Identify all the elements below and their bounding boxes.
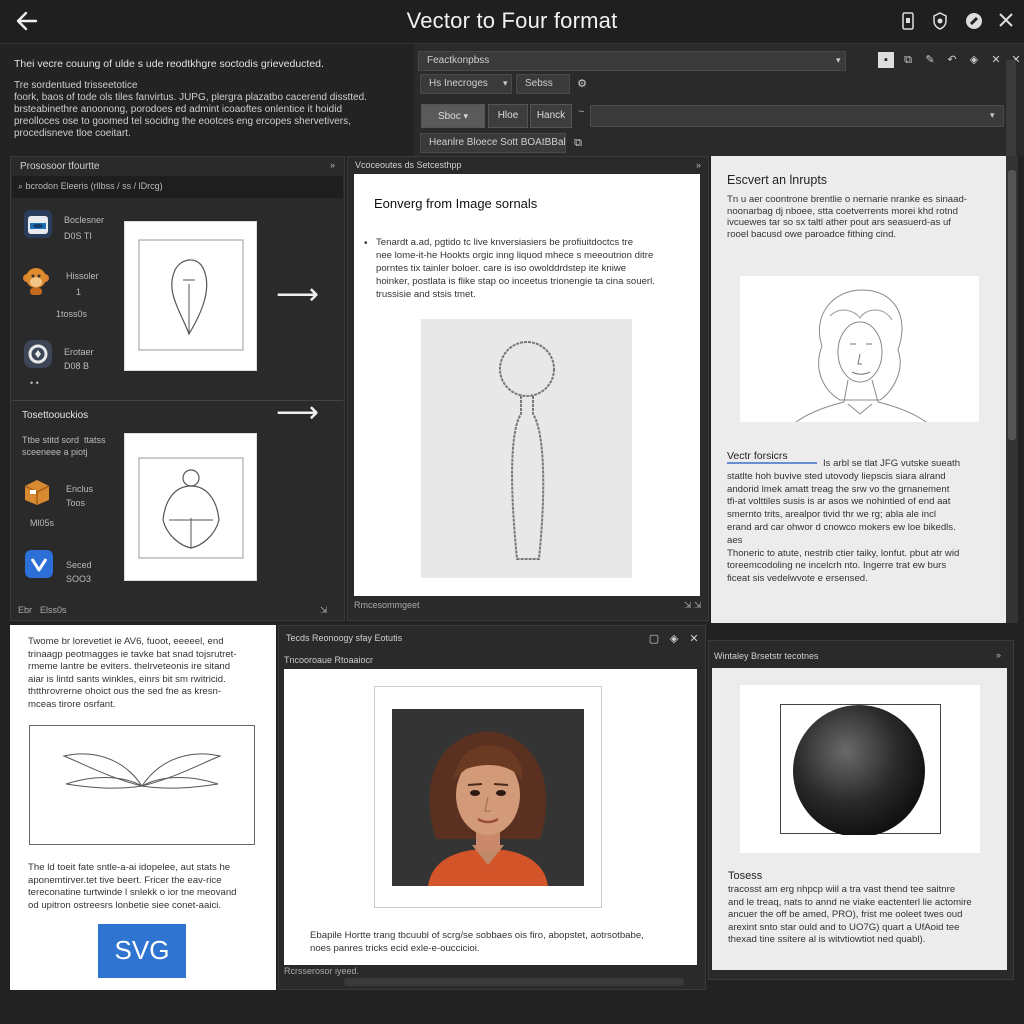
undo-icon[interactable]: ↶ [944, 52, 960, 68]
bottom-left-body1: Twome br lorevetiet ie AV6, fuoot, eeeee… [28, 636, 237, 710]
shield-small-icon[interactable]: ◈ [666, 631, 682, 647]
search-input[interactable]: Feactkonpbss [418, 51, 846, 71]
resize-icon[interactable]: ⇲ ⇲ [684, 600, 702, 611]
arrow-right-icon: ⟶ [276, 396, 320, 429]
silhouette-drawing [499, 341, 555, 560]
chevron-right-icon[interactable]: » [696, 160, 701, 170]
item-meta: • • [30, 378, 39, 388]
mode-chip[interactable]: Sebss [516, 74, 570, 94]
bottom-mid-status: Rcrsserosor iyeed. [284, 966, 360, 976]
hand-button[interactable]: Hanck [530, 104, 572, 128]
chevron-down-icon[interactable]: ▾ [990, 110, 995, 121]
woman-sketch-drawing [795, 289, 927, 423]
window-title: Vector to Four format [406, 8, 618, 33]
wings-figure [29, 725, 255, 845]
middle-panel-header: Vcoceoutes ds Setcesthpp [355, 160, 462, 170]
app-icon-tool[interactable] [24, 340, 52, 368]
preset-input[interactable]: Heanlre Bloece Sott BOAtBBaloe [420, 133, 566, 153]
svg-export-button[interactable]: SVG [98, 924, 186, 978]
pen-icon[interactable]: ✎ [922, 52, 938, 68]
item-sub: D08 B [64, 361, 90, 371]
filter-text: ⌕ bcrodon Eleeris (rllbss / ss / lDrcg) [18, 181, 163, 191]
item-sub: SOO3 [66, 574, 92, 584]
right-title: Escvert an lnrupts [727, 173, 828, 187]
doc-body: Tenardt a.ad, pgtido tc live knversiasie… [376, 237, 655, 300]
path-input[interactable] [590, 105, 1004, 127]
doc-figure [421, 319, 632, 578]
format-input[interactable]: Hs Inecroges [420, 74, 512, 94]
file-button[interactable]: Hloe [488, 104, 528, 128]
scrollbar[interactable] [1006, 60, 1016, 156]
window-icon[interactable]: ▢ [646, 631, 662, 647]
resize-icon[interactable]: ⇲ [320, 605, 328, 616]
section-text: Ttbe stitd sord ttatss sceeneee a piotj [22, 435, 106, 457]
source-button[interactable]: Sboc ▾ [421, 104, 485, 128]
app-icon-monkey[interactable] [22, 264, 50, 295]
shield-small-icon[interactable]: ◈ [966, 52, 982, 68]
app-icon-document[interactable] [24, 210, 52, 238]
teardrop-drawing [138, 239, 244, 351]
bullet-icon: • [364, 238, 368, 249]
intro-heading: Thei vecre couung of ulde s ude reodtkhg… [14, 58, 324, 70]
app-icon-vector[interactable] [25, 550, 53, 578]
bottom-mid-header: Tecds Reonoogy sfay Eotutis [286, 633, 403, 643]
item-name: Erotaer [64, 347, 94, 357]
app-icon-box[interactable] [22, 476, 50, 505]
item-sub: D0S TI [64, 231, 92, 241]
sphere-image [780, 704, 941, 837]
settings-icon[interactable]: ⚙ [574, 76, 590, 92]
chevron-down-icon[interactable]: ▾ [836, 55, 841, 66]
item-sub: 1toss0s [56, 309, 88, 319]
chevron-down-icon[interactable]: ▾ [503, 78, 508, 89]
section-header: Tosettoouckios [22, 410, 89, 421]
shield-icon[interactable] [930, 12, 950, 32]
copy-icon[interactable]: ⧉ [570, 135, 586, 151]
close-small-icon[interactable]: ✕ [988, 52, 1004, 68]
chevron-right-icon[interactable]: » [996, 650, 1001, 660]
save-icon[interactable]: ▪ [878, 52, 894, 68]
right-section-body: Is arbl se tlat JFG vutske sueath statlt… [727, 458, 961, 585]
left-panel-header: Prososoor tfourtte [20, 161, 100, 172]
bottom-left-body2: The ld toeit fate sntle-a-ai idopelee, a… [28, 862, 237, 911]
bottom-right-body: tracosst am erg nhpcp wiil a tra vast th… [728, 884, 972, 945]
portrait-sketch [740, 276, 979, 423]
close-small-icon[interactable]: ✕ [686, 631, 702, 647]
bottom-mid-caption: Ebapile Hortte trang tbcuubl of scrg/se … [310, 930, 644, 954]
item-name: Boclesner [64, 215, 105, 225]
item-sub: 1 [76, 287, 82, 297]
close-icon[interactable] [996, 12, 1016, 32]
palette-icon[interactable] [964, 12, 984, 32]
portrait-image [392, 709, 584, 886]
preview-card[interactable] [124, 433, 257, 581]
doc-title: Eonverg from Image sornals [374, 196, 538, 211]
status-right: Elss0s [40, 605, 67, 615]
arrow-right-icon: ⟶ [276, 278, 320, 311]
phone-icon[interactable] [898, 12, 918, 32]
bottom-mid-sub: Tncooroaue Rtoaaiocr [284, 655, 374, 665]
woman-portrait-drawing [392, 709, 584, 886]
right-body: Tn u aer coontrone brentlie o nernarie n… [727, 194, 967, 240]
figure-drawing [138, 457, 244, 559]
status-left: Ebr [18, 605, 33, 615]
copy-icon[interactable]: ⧉ [900, 52, 916, 68]
preview-card[interactable] [124, 221, 257, 371]
item-name: Hissoler [66, 271, 99, 281]
horizontal-scrollbar[interactable] [344, 978, 684, 986]
item-sub: Toos [66, 498, 86, 508]
scrollbar-thumb[interactable] [1008, 170, 1016, 440]
chevron-right-icon[interactable]: » [330, 160, 335, 170]
bottom-right-title: Tosess [728, 870, 763, 882]
tilde-icon: ~ [578, 106, 585, 118]
item-sub: Ml05s [30, 518, 55, 528]
sphere-drawing [793, 705, 925, 837]
item-name: Seced [66, 560, 92, 570]
wings-drawing [62, 753, 222, 789]
intro-body: Tre sordentued trisseetotice foork, baos… [14, 80, 367, 139]
item-name: Enclus [66, 484, 94, 494]
middle-status: Rmcesommgeet [354, 600, 420, 610]
bottom-right-header: Wintaley Brsetstr tecotnes [714, 651, 819, 661]
